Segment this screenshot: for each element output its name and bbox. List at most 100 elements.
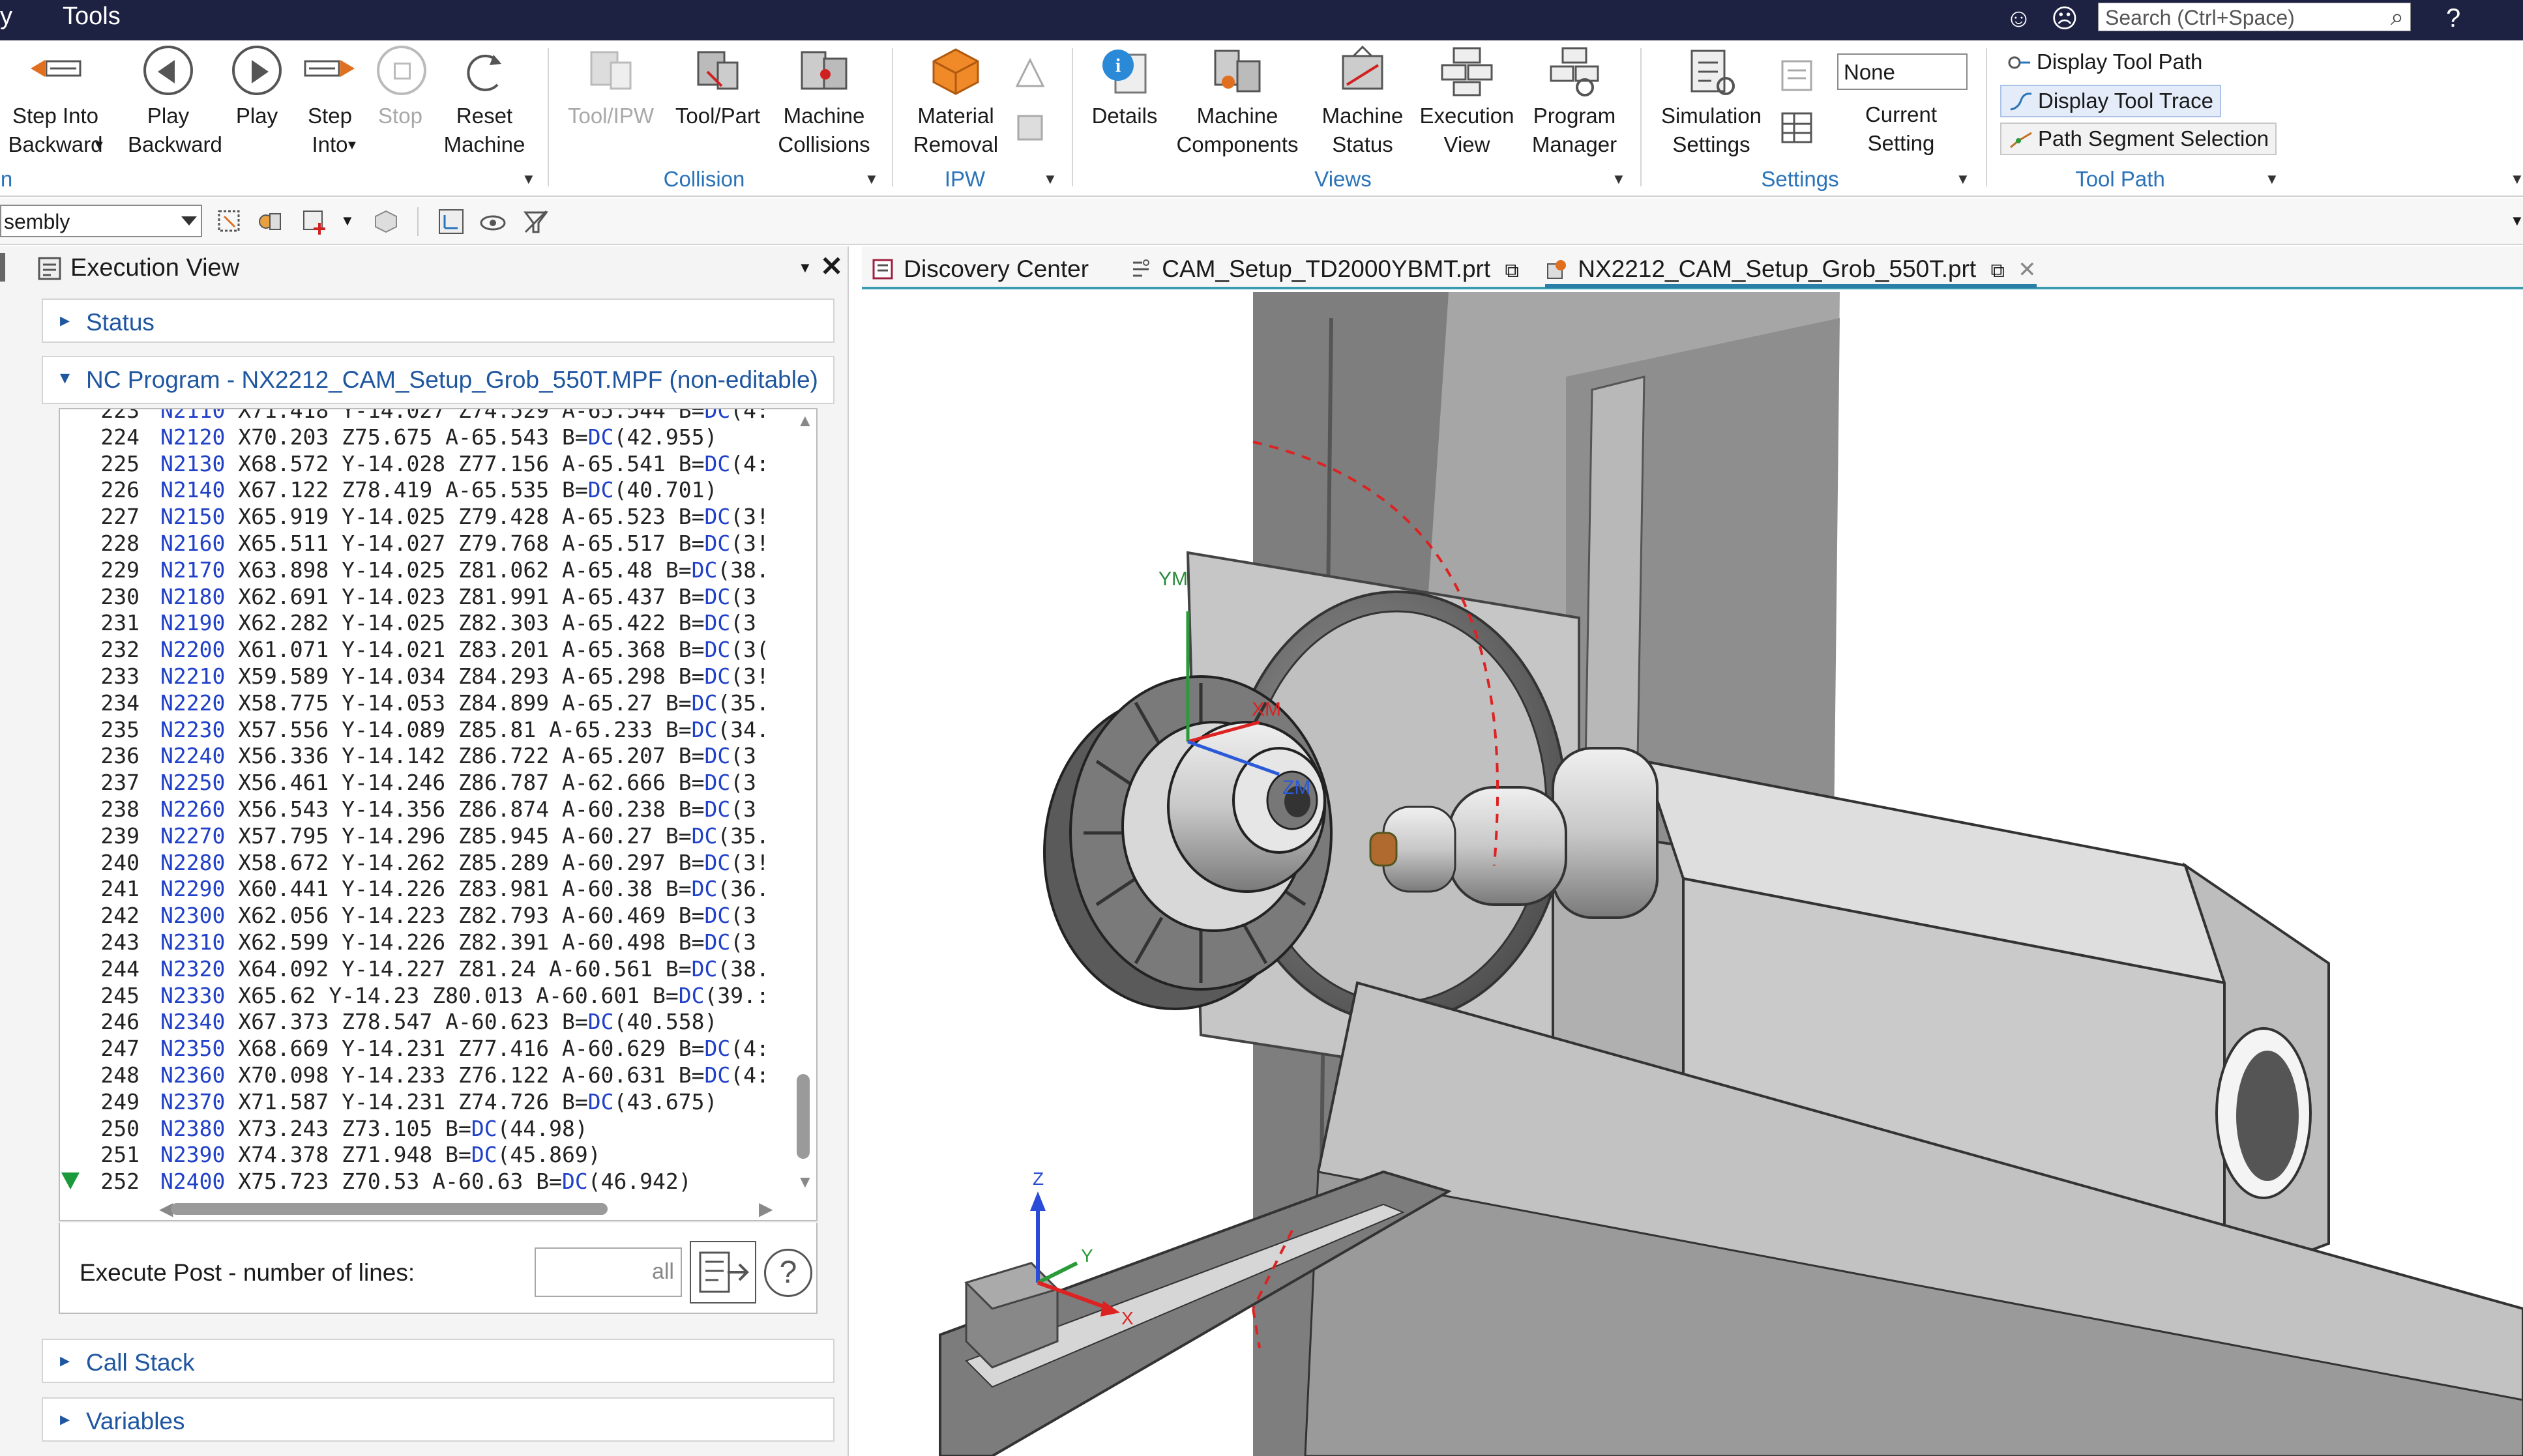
code-line[interactable]: 234 N2220 X58.775 Y-14.053 Z84.899 A-65.2… xyxy=(60,690,816,717)
current-setting-select[interactable]: None xyxy=(1837,53,1968,90)
code-line[interactable]: 231 N2190 X62.282 Y-14.025 Z82.303 A-65.4… xyxy=(60,610,816,637)
code-line[interactable]: 223 N2110 X71.418 Y-14.027 Z74.529 A-65.5… xyxy=(60,409,816,424)
scroll-thumb[interactable] xyxy=(171,1203,608,1215)
close-icon[interactable]: ✕ xyxy=(820,250,843,282)
code-line[interactable]: 225 N2130 X68.572 Y-14.028 Z77.156 A-65.5… xyxy=(60,451,816,478)
group-expand-icon[interactable]: ▼ xyxy=(1043,171,1057,188)
nc-program-section[interactable]: ▾ NC Program - NX2212_CAM_Setup_Grob_550… xyxy=(42,356,834,404)
group-expand-icon[interactable]: ▼ xyxy=(864,171,879,188)
group-expand-icon[interactable]: ▼ xyxy=(1612,171,1626,188)
code-line[interactable]: 241 N2290 X60.441 Y-14.226 Z83.981 A-60.3… xyxy=(60,876,816,903)
tab-cam-setup-td2000[interactable]: CAM_Setup_TD2000YBMT.prt ⧉ xyxy=(1129,252,1519,288)
box-icon[interactable] xyxy=(372,207,400,236)
call-stack-section[interactable]: ▸ Call Stack xyxy=(42,1339,834,1383)
code-line[interactable]: 226 N2140 X67.122 Z78.419 A-65.535 B=DC(4… xyxy=(60,477,816,504)
menu-item-partial[interactable]: y xyxy=(0,3,12,31)
code-line[interactable]: 238 N2260 X56.543 Y-14.356 Z86.874 A-60.2… xyxy=(60,796,816,823)
component-select-icon[interactable] xyxy=(256,207,284,236)
execute-post-button[interactable] xyxy=(690,1241,756,1303)
display-tool-trace-button[interactable]: Display Tool Trace xyxy=(2000,85,2222,117)
close-icon[interactable]: ✕ xyxy=(2018,257,2037,282)
frown-icon[interactable]: ☹ xyxy=(2051,4,2078,34)
settings-table-icon[interactable] xyxy=(1777,108,1816,151)
help-button[interactable]: ? xyxy=(764,1249,812,1297)
code-line[interactable]: 251 N2390 X74.378 Z71.948 B=DC(45.869) xyxy=(60,1142,816,1169)
code-line[interactable]: 242 N2300 X62.056 Y-14.223 Z82.793 A-60.4… xyxy=(60,903,816,929)
toolbar-expand-icon[interactable]: ▼ xyxy=(2510,212,2523,229)
chevron-down-icon[interactable]: ▼ xyxy=(340,212,355,229)
menu-tools[interactable]: Tools xyxy=(63,3,121,31)
code-line[interactable]: 227 N2150 X65.919 Y-14.025 Z79.428 A-65.5… xyxy=(60,504,816,531)
material-removal-button[interactable]: Material Removal xyxy=(904,40,1008,159)
tool-part-button[interactable]: Tool/Part xyxy=(669,40,767,130)
tab-discovery-center[interactable]: Discovery Center xyxy=(871,252,1089,288)
tab-nx2212-grob-550t[interactable]: NX2212_CAM_Setup_Grob_550T.prt ⧉ ✕ xyxy=(1545,252,2037,288)
code-line[interactable]: 243 N2310 X62.599 Y-14.226 Z82.391 A-60.4… xyxy=(60,929,816,956)
play-backward-button[interactable]: Play Backward xyxy=(128,40,222,159)
code-line[interactable]: 233 N2210 X59.589 Y-14.034 Z84.293 A-65.2… xyxy=(60,663,816,690)
code-line[interactable]: 250 N2380 X73.243 Z73.105 B=DC(44.98) xyxy=(60,1116,816,1143)
tool-ipw-button[interactable]: Tool/IPW xyxy=(562,40,660,130)
code-line[interactable]: 237 N2250 X56.461 Y-14.246 Z86.787 A-62.6… xyxy=(60,770,816,796)
nc-code-listing[interactable]: 223 N2110 X71.418 Y-14.027 Z74.529 A-65.5… xyxy=(59,408,818,1221)
horizontal-scrollbar[interactable]: ◀ ▶ xyxy=(60,1195,816,1220)
code-line[interactable]: 228 N2160 X65.511 Y-14.027 Z79.768 A-65.5… xyxy=(60,531,816,557)
add-selection-icon[interactable] xyxy=(300,207,329,236)
group-expand-icon[interactable]: ▼ xyxy=(522,171,536,188)
play-button[interactable]: Play xyxy=(226,40,288,130)
variables-section[interactable]: ▸ Variables xyxy=(42,1397,834,1442)
details-button[interactable]: i Details xyxy=(1084,40,1166,130)
code-line[interactable]: 252 N2400 X75.723 Z70.53 A-60.63 B=DC(46.… xyxy=(60,1169,816,1195)
code-line[interactable]: 249 N2370 X71.587 Y-14.231 Z74.726 B=DC(4… xyxy=(60,1089,816,1116)
code-line[interactable]: 247 N2350 X68.669 Y-14.231 Z77.416 A-60.6… xyxy=(60,1036,816,1062)
code-line[interactable]: 240 N2280 X58.672 Y-14.262 Z85.289 A-60.2… xyxy=(60,850,816,877)
help-icon[interactable]: ? xyxy=(2446,4,2460,33)
mcs-icon[interactable] xyxy=(437,207,465,236)
panel-menu-chevron-icon[interactable]: ▼ xyxy=(798,259,812,276)
execution-view-button[interactable]: Execution View xyxy=(1416,40,1518,159)
code-line[interactable]: 246 N2340 X67.373 Z78.547 A-60.623 B=DC(4… xyxy=(60,1009,816,1036)
code-line[interactable]: 224 N2120 X70.203 Z75.675 A-65.543 B=DC(4… xyxy=(60,424,816,451)
reset-machine-button[interactable]: Reset Machine xyxy=(438,40,531,159)
code-line[interactable]: 230 N2180 X62.691 Y-14.023 Z81.991 A-65.4… xyxy=(60,584,816,611)
ipw-shape-icon[interactable] xyxy=(1011,108,1050,151)
scroll-right-icon[interactable]: ▶ xyxy=(759,1198,773,1219)
machine-collisions-button[interactable]: Machine Collisions xyxy=(773,40,875,159)
eye-icon[interactable] xyxy=(479,207,507,236)
code-line[interactable]: 245 N2330 X65.62 Y-14.23 Z80.013 A-60.601… xyxy=(60,983,816,1010)
machine-components-button[interactable]: Machine Components xyxy=(1167,40,1308,159)
chevron-down-icon[interactable]: ▼ xyxy=(93,138,106,153)
ipw-settings-icon[interactable] xyxy=(1011,53,1050,96)
vertical-scrollbar[interactable]: ▲ ▼ xyxy=(790,409,816,1198)
code-line[interactable]: 248 N2360 X70.098 Y-14.233 Z76.122 A-60.6… xyxy=(60,1062,816,1089)
status-section[interactable]: ▸ Status xyxy=(42,298,834,343)
code-line[interactable]: 236 N2240 X56.336 Y-14.142 Z86.722 A-65.2… xyxy=(60,743,816,770)
ribbon-expand-icon[interactable]: ▼ xyxy=(2510,171,2523,188)
execute-lines-input[interactable]: all xyxy=(535,1247,682,1297)
filter-off-icon[interactable] xyxy=(522,207,550,236)
group-expand-icon[interactable]: ▼ xyxy=(1956,171,1970,188)
scroll-up-icon[interactable]: ▲ xyxy=(797,411,814,431)
scroll-thumb[interactable] xyxy=(797,1074,810,1159)
settings-list-icon[interactable] xyxy=(1777,56,1816,98)
simulation-settings-button[interactable]: Simulation Settings xyxy=(1652,40,1771,159)
code-line[interactable]: 244 N2320 X64.092 Y-14.227 Z81.24 A-60.56… xyxy=(60,956,816,983)
external-link-icon[interactable]: ⧉ xyxy=(1505,260,1518,282)
code-line[interactable]: 229 N2170 X63.898 Y-14.025 Z81.062 A-65.4… xyxy=(60,557,816,584)
smile-icon[interactable]: ☺ xyxy=(2005,4,2032,33)
path-segment-selection-button[interactable]: Path Segment Selection xyxy=(2000,123,2277,155)
select-all-icon[interactable] xyxy=(215,207,244,236)
program-manager-button[interactable]: Program Manager xyxy=(1519,40,1630,159)
chevron-down-icon[interactable]: ▼ xyxy=(346,138,359,153)
search-input[interactable]: Search (Ctrl+Space) ⌕ xyxy=(2098,3,2411,31)
scroll-down-icon[interactable]: ▼ xyxy=(797,1172,814,1192)
chevron-down-icon[interactable] xyxy=(181,216,197,226)
code-line[interactable]: 235 N2230 X57.556 Y-14.089 Z85.81 A-65.23… xyxy=(60,717,816,744)
stop-button[interactable]: Stop xyxy=(373,40,428,130)
external-link-icon[interactable]: ⧉ xyxy=(1990,260,2004,282)
selection-filter-select[interactable]: sembly xyxy=(0,205,202,237)
group-expand-icon[interactable]: ▼ xyxy=(2265,171,2279,188)
display-tool-path-button[interactable]: Display Tool Path xyxy=(2000,47,2209,80)
code-line[interactable]: 232 N2200 X61.071 Y-14.021 Z83.201 A-65.3… xyxy=(60,637,816,663)
search-icon[interactable]: ⌕ xyxy=(2391,3,2404,31)
